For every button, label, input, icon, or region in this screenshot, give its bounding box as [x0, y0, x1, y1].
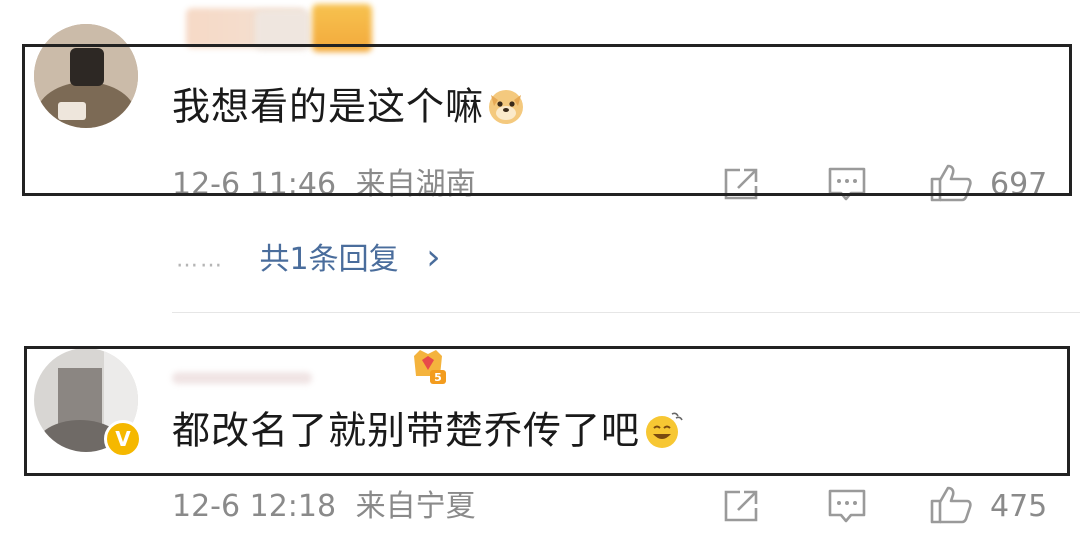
divider: [172, 312, 1080, 313]
comment-text-content: 都改名了就别带楚乔传了吧: [172, 408, 641, 453]
share-icon[interactable]: [722, 166, 762, 206]
comment-meta: 12-6 12:18 来自宁夏: [172, 492, 476, 522]
doge-emoji-icon: [486, 86, 526, 132]
fan-level-badge-icon: 5: [408, 346, 448, 390]
comment-meta: 12-6 11:46 来自湖南: [172, 170, 476, 200]
comment-text: 都改名了就别带楚乔传了吧: [172, 410, 684, 456]
username-blurred: [255, 10, 310, 50]
comment-time: 12-6 12:18: [172, 489, 337, 524]
avatar-image: [34, 24, 138, 128]
comment-feed: 我想看的是这个嘛 12-6 11:46 来自湖南 697 …… 共1条回复 › …: [0, 0, 1080, 557]
view-replies-link[interactable]: …… 共1条回复 ›: [176, 240, 441, 276]
comment-time: 12-6 11:46: [172, 167, 337, 202]
avatar[interactable]: [34, 24, 138, 128]
like-count: 475: [990, 489, 1048, 524]
thumbs-up-icon[interactable]: [929, 163, 973, 207]
comment-icon[interactable]: [827, 488, 867, 530]
verified-badge-icon: V: [104, 420, 142, 458]
thumbs-up-icon[interactable]: [929, 485, 973, 529]
smile-emoji-icon: [642, 410, 684, 456]
comment-location: 来自宁夏: [355, 489, 476, 524]
share-icon[interactable]: [722, 488, 762, 528]
like-count: 697: [990, 167, 1048, 202]
reply-dots: ……: [176, 247, 224, 273]
comment-location: 来自湖南: [355, 167, 476, 202]
chevron-right-icon: ›: [426, 237, 441, 278]
svg-text:5: 5: [434, 371, 442, 384]
comment-text: 我想看的是这个嘛: [172, 86, 526, 132]
comment-icon[interactable]: [827, 166, 867, 208]
comment-text-content: 我想看的是这个嘛: [172, 84, 485, 129]
username-blurred: [172, 372, 312, 384]
reply-count-text: 共1条回复: [259, 242, 399, 277]
member-badge-icon: [312, 4, 372, 52]
